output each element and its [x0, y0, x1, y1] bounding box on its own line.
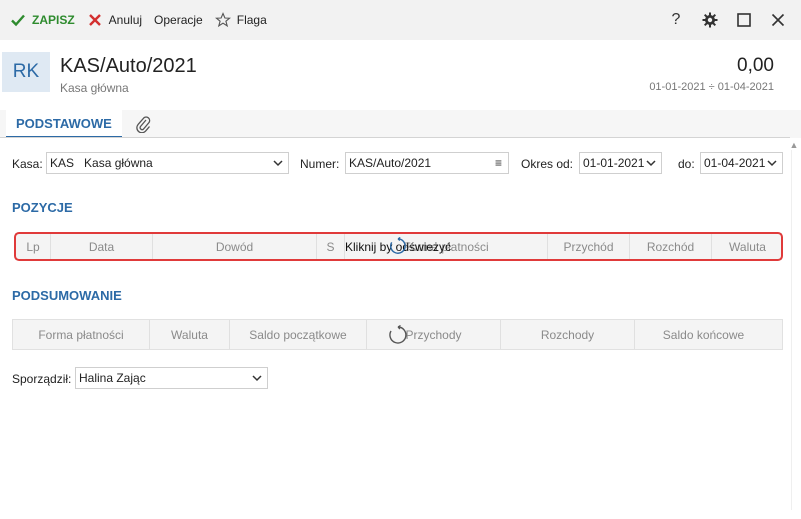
col-header-forma-platnosci[interactable]: Forma płatności	[13, 320, 150, 349]
numer-field[interactable]: KAS/Auto/2021 ≡	[345, 152, 509, 174]
col-header-rozchody[interactable]: Rozchody	[501, 320, 635, 349]
kasa-label: Kasa:	[12, 157, 43, 171]
numer-label: Numer:	[300, 157, 340, 171]
scroll-up-arrow[interactable]: ▲	[789, 140, 799, 150]
tab-podstawowe-label: PODSTAWOWE	[16, 115, 112, 131]
chevron-down-icon	[273, 160, 283, 167]
tab-podstawowe[interactable]: PODSTAWOWE	[6, 110, 122, 138]
date-from-value: 01-01-2021	[583, 156, 645, 170]
chevron-down-icon	[646, 160, 656, 167]
help-icon: ?	[671, 11, 681, 28]
close-window-button[interactable]	[761, 0, 795, 40]
document-period: 01-01-2021 ÷ 01-04-2021	[649, 81, 774, 93]
document-type-badge: RK	[2, 52, 50, 92]
positions-title: POZYCJE	[12, 200, 73, 215]
col-header-saldo-koncowe[interactable]: Saldo końcowe	[635, 320, 772, 349]
paperclip-icon	[136, 116, 151, 133]
col-header-waluta[interactable]: Waluta	[150, 320, 230, 349]
do-label: do:	[678, 157, 695, 171]
chevron-down-icon	[767, 160, 777, 167]
loading-spinner-icon	[389, 325, 407, 344]
loading-spinner-icon	[390, 237, 406, 254]
okres-label: Okres od:	[521, 157, 574, 171]
document-title: KAS/Auto/2021	[60, 55, 197, 77]
kasa-code: KAS	[50, 156, 75, 170]
checkmark-icon	[10, 12, 26, 28]
toolbar: ZAPISZ Anuluj Operacje Flaga ?	[0, 0, 801, 40]
signer-label: Sporządził:	[12, 372, 72, 386]
operations-button[interactable]: Operacje	[148, 6, 209, 34]
document-amount: 0,00	[737, 55, 774, 76]
numer-value: KAS/Auto/2021	[349, 156, 432, 170]
flag-button[interactable]: Flaga	[209, 6, 273, 34]
col-header-saldo-poczatkowe[interactable]: Saldo początkowe	[230, 320, 367, 349]
star-icon	[214, 12, 231, 28]
save-label: ZAPISZ	[32, 13, 75, 27]
summary-title: PODSUMOWANIE	[12, 288, 122, 303]
settings-button[interactable]	[693, 0, 727, 40]
document-header: RK KAS/Auto/2021 Kasa główna 0,00 01-01-…	[0, 40, 801, 110]
cancel-button[interactable]: Anuluj	[81, 6, 148, 34]
flag-label: Flaga	[236, 13, 267, 27]
tab-bar: PODSTAWOWE	[0, 110, 801, 138]
close-window-icon	[771, 13, 785, 27]
date-to-value: 01-04-2021	[704, 156, 766, 170]
kasa-name: Kasa główna	[84, 156, 153, 170]
close-icon	[87, 12, 103, 28]
help-button[interactable]: ?	[659, 0, 693, 40]
date-to-field[interactable]: 01-04-2021	[700, 152, 783, 174]
signer-select[interactable]: Halina Zając	[75, 367, 268, 389]
scrollbar[interactable]	[791, 150, 799, 510]
menu-icon[interactable]: ≡	[495, 156, 502, 170]
maximize-button[interactable]	[727, 0, 761, 40]
operations-label: Operacje	[154, 13, 203, 27]
tab-divider	[0, 137, 790, 138]
document-subtitle: Kasa główna	[60, 81, 129, 95]
date-from-field[interactable]: 01-01-2021	[579, 152, 662, 174]
tab-attachments[interactable]	[132, 110, 154, 138]
cancel-label: Anuluj	[108, 13, 143, 27]
kasa-select[interactable]: KAS Kasa główna	[46, 152, 289, 174]
chevron-down-icon	[252, 375, 262, 382]
signer-value: Halina Zając	[79, 371, 146, 385]
gear-icon	[702, 12, 718, 28]
save-button[interactable]: ZAPISZ	[4, 6, 81, 34]
maximize-icon	[737, 13, 751, 27]
